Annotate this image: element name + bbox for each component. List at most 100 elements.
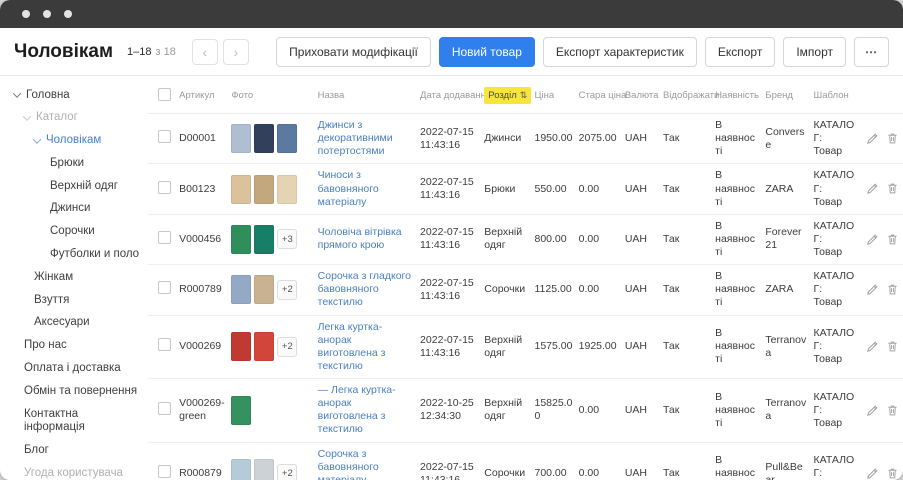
column-header-display[interactable]: Відображати [660, 78, 712, 114]
product-photo[interactable] [231, 275, 251, 304]
more-photos-badge[interactable]: +2 [277, 337, 297, 357]
sidebar-item-payment-delivery[interactable]: Оплата і доставка [0, 358, 148, 381]
product-name-link[interactable]: Легка куртка-анорак виготовлена з тексти… [318, 321, 386, 372]
product-photo[interactable] [231, 396, 251, 425]
product-sku: V000456 [176, 214, 228, 264]
product-sku: R000879 [176, 442, 228, 480]
product-currency: UAH [622, 164, 660, 214]
delete-icon[interactable] [886, 132, 899, 145]
column-header-id[interactable]: Артикул [176, 78, 228, 114]
sidebar-item-label: Жінкам [34, 271, 73, 285]
row-checkbox[interactable] [158, 231, 171, 244]
product-photo[interactable] [254, 175, 274, 204]
sidebar-item-accessories[interactable]: Аксесуари [0, 312, 148, 335]
delete-icon[interactable] [886, 467, 899, 480]
column-header-template[interactable]: Шаблон [811, 78, 863, 114]
sidebar-item-contact-info[interactable]: Контактна інформація [0, 403, 148, 440]
sidebar-item-shoes[interactable]: Взуття [0, 289, 148, 312]
product-photo[interactable] [231, 124, 251, 153]
row-checkbox[interactable] [158, 281, 171, 294]
product-date: 2022-07-15 11:43:16 [417, 442, 481, 480]
edit-icon[interactable] [866, 404, 879, 417]
column-header-photo[interactable]: Фото [228, 78, 314, 114]
product-price: 550.00 [531, 164, 575, 214]
product-photo[interactable] [254, 332, 274, 361]
column-header-price[interactable]: Ціна [531, 78, 575, 114]
product-photo[interactable] [254, 124, 274, 153]
import-button[interactable]: Імпорт [783, 37, 846, 67]
select-all-checkbox[interactable] [158, 88, 171, 101]
sidebar-item-home[interactable]: Головна [0, 84, 148, 107]
product-name-link[interactable]: Сорочка з гладкого бавовняного текстилю [318, 270, 411, 308]
new-product-button[interactable]: Новий товар [439, 37, 535, 67]
next-page-button[interactable]: › [223, 39, 249, 65]
product-photo[interactable] [254, 275, 274, 304]
column-header-section[interactable]: Розділ⇅ [481, 78, 531, 114]
product-display: Так [660, 164, 712, 214]
edit-icon[interactable] [866, 340, 879, 353]
product-photo[interactable] [277, 175, 297, 204]
column-header-brand[interactable]: Бренд [762, 78, 810, 114]
row-checkbox[interactable] [158, 181, 171, 194]
row-checkbox[interactable] [158, 130, 171, 143]
product-name-link[interactable]: Чоловіча вітрівка прямого крою [318, 226, 402, 251]
prev-page-button[interactable]: ‹ [192, 39, 218, 65]
row-actions [863, 265, 903, 315]
column-header-date[interactable]: Дата додавання [417, 78, 481, 114]
product-photo[interactable] [231, 225, 251, 254]
sidebar-item-trousers[interactable]: Брюки [0, 152, 148, 175]
sidebar-item-shirts[interactable]: Сорочки [0, 221, 148, 244]
window-dot-icon[interactable] [22, 10, 30, 18]
product-photo[interactable] [277, 124, 297, 153]
row-checkbox[interactable] [158, 338, 171, 351]
sidebar-item-catalog[interactable]: Каталог [0, 107, 148, 130]
delete-icon[interactable] [886, 283, 899, 296]
delete-icon[interactable] [886, 182, 899, 195]
delete-icon[interactable] [886, 233, 899, 246]
product-name-link[interactable]: Чиноси з бавовняного матеріалу [318, 169, 379, 207]
sort-icon[interactable]: ⇅ [520, 90, 528, 101]
edit-icon[interactable] [866, 182, 879, 195]
template-line-bottom: Товар [814, 353, 860, 366]
sidebar-item-jeans[interactable]: Джинси [0, 198, 148, 221]
sidebar-item-exchange-return[interactable]: Обмін та повернення [0, 380, 148, 403]
delete-icon[interactable] [886, 404, 899, 417]
edit-icon[interactable] [866, 233, 879, 246]
product-price: 1125.00 [531, 265, 575, 315]
product-photo[interactable] [231, 175, 251, 204]
row-checkbox[interactable] [158, 465, 171, 478]
window-dot-icon[interactable] [43, 10, 51, 18]
product-name-link[interactable]: — Легка куртка-анорак виготовлена з текс… [318, 384, 396, 435]
hide-modifications-button[interactable]: Приховати модифікації [276, 37, 431, 67]
more-photos-badge[interactable]: +3 [277, 229, 297, 249]
sidebar-item-blog[interactable]: Блог [0, 440, 148, 463]
column-header-old_price[interactable]: Стара ціна [576, 78, 622, 114]
sidebar-item-user-agreement[interactable]: Угода користувача [0, 463, 148, 480]
export-characteristics-button[interactable]: Експорт характеристик [543, 37, 697, 67]
product-photo[interactable] [254, 459, 274, 480]
delete-icon[interactable] [886, 340, 899, 353]
edit-icon[interactable] [866, 132, 879, 145]
product-photo[interactable] [254, 225, 274, 254]
product-name-link[interactable]: Джинси з декоративними потертостями [318, 119, 393, 157]
sidebar-item-outerwear[interactable]: Верхній одяг [0, 175, 148, 198]
product-photo[interactable] [231, 459, 251, 480]
product-photo[interactable] [231, 332, 251, 361]
window-dot-icon[interactable] [64, 10, 72, 18]
more-photos-badge[interactable]: +2 [277, 280, 297, 300]
export-button[interactable]: Експорт [705, 37, 775, 67]
sidebar-item-women[interactable]: Жінкам [0, 266, 148, 289]
more-photos-badge[interactable]: +2 [277, 464, 297, 480]
row-checkbox[interactable] [158, 402, 171, 415]
sidebar-item-about[interactable]: Про нас [0, 335, 148, 358]
column-header-currency[interactable]: Валюта [622, 78, 660, 114]
edit-icon[interactable] [866, 283, 879, 296]
column-header-name[interactable]: Назва [315, 78, 417, 114]
column-header-stock[interactable]: Наявність [712, 78, 762, 114]
edit-icon[interactable] [866, 467, 879, 480]
sidebar-item-label: Угода користувача [24, 467, 123, 480]
sidebar-item-tshirts-polo[interactable]: Футболки и поло [0, 244, 148, 267]
sidebar-item-men[interactable]: Чоловікам [0, 130, 148, 153]
product-name-link[interactable]: Сорочка з бавовняного матеріалу притален… [318, 448, 406, 480]
more-actions-button[interactable]: ⋯ [854, 37, 889, 67]
